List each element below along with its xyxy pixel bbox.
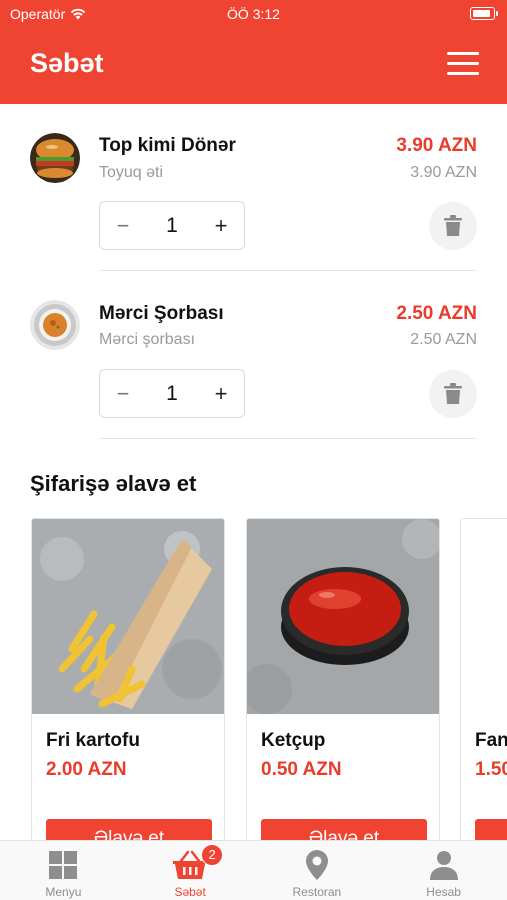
cart-screen: Operatör ÖÖ 3:12 Səbət Top kimi Dönər To… (0, 0, 507, 900)
suggestions-title: Şifarişə əlavə et (30, 471, 197, 496)
item-total-price: 2.50 AZN (396, 303, 477, 324)
quantity-stepper: − 1 + (99, 201, 245, 250)
item-subtitle: Mərci şorbası (99, 331, 196, 348)
quantity-value: 1 (166, 213, 178, 237)
tab-account[interactable]: Hesab (380, 841, 507, 900)
item-name: Mərci Şorbası (99, 303, 224, 324)
menu-bar-icon (447, 52, 479, 55)
suggestion-card[interactable]: Fan 1.50 Əlavə et (460, 518, 507, 858)
item-unit-price: 3.90 AZN (410, 164, 477, 181)
item-subtitle: Toyuq əti (99, 164, 164, 181)
tab-label: Hesab (426, 885, 461, 899)
trash-icon (444, 215, 462, 236)
suggestion-card[interactable]: Fri kartofu 2.00 AZN Əlavə et (31, 518, 225, 858)
bottom-tab-bar: Menyu 2 Səbət Restoran Hesab (0, 840, 507, 900)
suggestion-price: 0.50 AZN (261, 759, 342, 780)
menu-bar-icon (447, 72, 479, 75)
tab-restaurant[interactable]: Restoran (254, 841, 381, 900)
suggestion-name: Ketçup (261, 730, 326, 751)
tab-menu[interactable]: Menyu (0, 841, 127, 900)
app-header: Operatör ÖÖ 3:12 Səbət (0, 0, 507, 104)
cart-item: Top kimi Dönər Toyuq əti 3.90 AZN 3.90 A… (0, 104, 507, 272)
page-title: Səbət (30, 48, 104, 78)
remove-item-button[interactable] (429, 370, 477, 418)
item-divider (99, 438, 477, 439)
tab-label: Səbət (174, 885, 206, 899)
menu-bar-icon (447, 62, 479, 65)
quantity-value: 1 (166, 381, 178, 405)
tab-label: Menyu (45, 885, 82, 899)
decrease-quantity-button[interactable]: − (114, 381, 132, 407)
location-pin-icon (305, 850, 328, 880)
quantity-stepper: − 1 + (99, 369, 245, 418)
increase-quantity-button[interactable]: + (212, 381, 230, 407)
battery-icon (470, 7, 498, 20)
status-time: ÖÖ 3:12 (227, 6, 280, 22)
increase-quantity-button[interactable]: + (212, 213, 230, 239)
trash-icon (444, 383, 462, 404)
ketchup-image (247, 519, 439, 714)
doner-thumbnail (30, 133, 80, 183)
tab-label: Restoran (292, 885, 342, 899)
item-unit-price: 2.50 AZN (410, 331, 477, 348)
cart-item: Mərci Şorbası Mərci şorbası 2.50 AZN 2.5… (0, 272, 507, 440)
suggestion-card[interactable]: Ketçup 0.50 AZN Əlavə et (246, 518, 440, 858)
hamburger-menu-button[interactable] (447, 52, 479, 76)
status-bar: Operatör ÖÖ 3:12 (0, 0, 507, 28)
item-name: Top kimi Dönər (99, 135, 236, 156)
suggestion-name: Fri kartofu (46, 730, 140, 751)
suggestion-name: Fan (475, 730, 507, 751)
cart-count-badge: 2 (201, 844, 224, 866)
drink-image (461, 519, 507, 714)
soup-thumbnail (30, 300, 80, 350)
remove-item-button[interactable] (429, 202, 477, 250)
grid-icon (49, 851, 78, 879)
person-icon (429, 851, 458, 880)
fries-image (32, 519, 224, 714)
item-total-price: 3.90 AZN (396, 135, 477, 156)
decrease-quantity-button[interactable]: − (114, 213, 132, 239)
suggestion-price: 2.00 AZN (46, 759, 127, 780)
suggestion-price: 1.50 (475, 759, 507, 780)
tab-cart[interactable]: 2 Səbət (127, 841, 254, 900)
item-divider (99, 270, 477, 271)
